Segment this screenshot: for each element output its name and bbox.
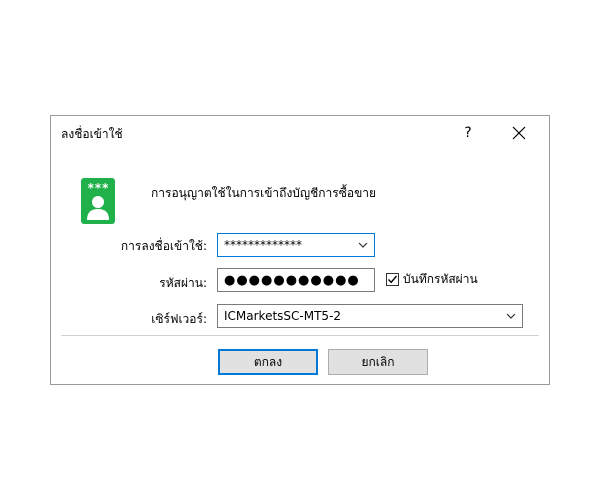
user-login-icon: *** bbox=[81, 178, 115, 224]
dialog-description: การอนุญาตใช้ในการเข้าถึงบัญชีการซื้อขาย bbox=[151, 186, 377, 200]
divider bbox=[61, 335, 539, 336]
cancel-button[interactable]: ยกเลิก bbox=[328, 349, 428, 375]
checkmark-icon bbox=[387, 275, 398, 283]
login-combobox[interactable]: ************* bbox=[217, 233, 375, 257]
close-icon bbox=[512, 126, 526, 140]
password-field[interactable]: ●●●●●●●●●●● bbox=[217, 268, 375, 292]
title-bar: ลงชื่อเข้าใช้ ? bbox=[51, 116, 549, 148]
help-button[interactable]: ? bbox=[455, 122, 481, 144]
save-password-option[interactable]: บันทึกรหัสผ่าน bbox=[386, 270, 478, 288]
password-label: รหัสผ่าน: bbox=[159, 276, 207, 290]
password-value: ●●●●●●●●●●● bbox=[224, 273, 360, 288]
chevron-down-icon[interactable] bbox=[358, 234, 368, 256]
ok-button[interactable]: ตกลง bbox=[218, 349, 318, 375]
close-button[interactable] bbox=[505, 122, 533, 144]
server-label: เซิร์ฟเวอร์: bbox=[151, 312, 207, 326]
save-password-checkbox[interactable] bbox=[386, 272, 399, 286]
login-dialog: ลงชื่อเข้าใช้ ? *** การอนุญาตใช้ในการเข้… bbox=[50, 115, 550, 385]
save-password-label: บันทึกรหัสผ่าน bbox=[403, 271, 478, 286]
server-value: ICMarketsSC-MT5-2 bbox=[224, 309, 342, 323]
server-combobox[interactable]: ICMarketsSC-MT5-2 bbox=[217, 304, 523, 328]
login-label: การลงชื่อเข้าใช้: bbox=[120, 239, 207, 253]
login-value: ************* bbox=[224, 238, 302, 252]
icon-stars: *** bbox=[87, 181, 109, 195]
chevron-down-icon[interactable] bbox=[506, 305, 516, 327]
dialog-title: ลงชื่อเข้าใช้ bbox=[61, 127, 123, 141]
